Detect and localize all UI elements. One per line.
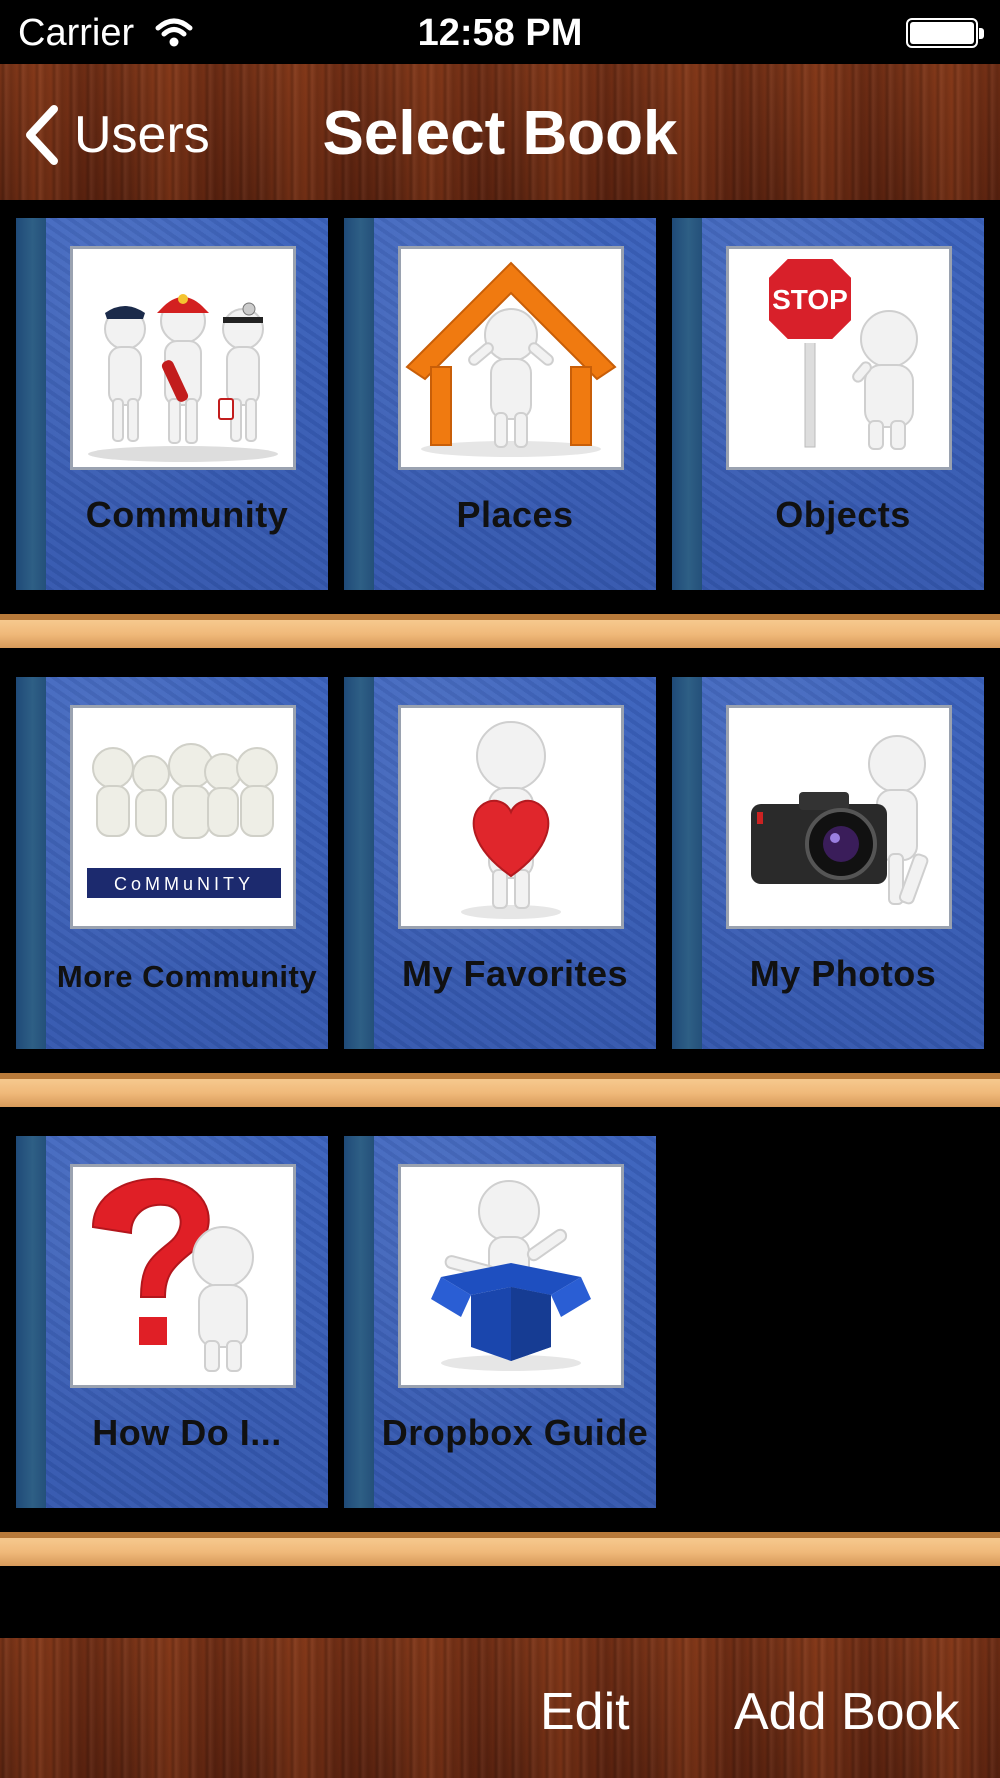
clock: 12:58 PM bbox=[417, 12, 583, 54]
book-how-do-i[interactable]: How Do I... bbox=[16, 1136, 328, 1508]
camera-icon bbox=[751, 735, 929, 905]
shelf-2: CoMMuNITY More Community My Favorites My… bbox=[0, 677, 1000, 1107]
book-cover bbox=[726, 705, 952, 929]
book-cover: CoMMuNITY bbox=[70, 705, 296, 929]
book-spine bbox=[16, 677, 46, 1049]
book-dropbox-guide[interactable]: Dropbox Guide bbox=[344, 1136, 656, 1508]
battery-icon bbox=[906, 18, 984, 48]
book-spine bbox=[16, 1136, 46, 1508]
book-places[interactable]: Places bbox=[344, 218, 656, 590]
book-spine bbox=[344, 677, 374, 1049]
status-bar: Carrier 12:58 PM bbox=[0, 0, 1000, 64]
book-title: Dropbox Guide bbox=[381, 1412, 649, 1453]
book-title: More Community bbox=[56, 959, 318, 994]
book-title: Places bbox=[456, 494, 574, 535]
bottom-toolbar: Edit Add Book bbox=[0, 1638, 1000, 1778]
svg-text:STOP: STOP bbox=[772, 284, 848, 315]
book-cover bbox=[398, 246, 624, 470]
house-icon bbox=[405, 261, 617, 457]
book-title: My Photos bbox=[749, 953, 937, 994]
shelf-board bbox=[0, 1073, 1000, 1107]
book-spine bbox=[16, 218, 46, 590]
cover-caption: CoMMuNITY bbox=[114, 874, 254, 894]
question-mark-icon bbox=[91, 1177, 254, 1372]
heart-icon bbox=[461, 721, 561, 919]
dropbox-icon bbox=[431, 1180, 591, 1371]
add-book-button[interactable]: Add Book bbox=[734, 1682, 960, 1742]
shelf-board bbox=[0, 614, 1000, 648]
book-title: Objects bbox=[775, 494, 911, 535]
book-my-favorites[interactable]: My Favorites bbox=[344, 677, 656, 1049]
shelf-3: How Do I... Dropbox Guide bbox=[0, 1136, 1000, 1566]
book-cover bbox=[70, 246, 296, 470]
community-workers-icon bbox=[88, 294, 278, 462]
book-more-community[interactable]: CoMMuNITY More Community bbox=[16, 677, 328, 1049]
book-title: My Favorites bbox=[401, 953, 629, 994]
stop-sign-icon: STOP bbox=[765, 255, 918, 450]
book-spine bbox=[344, 218, 374, 590]
book-my-photos[interactable]: My Photos bbox=[672, 677, 984, 1049]
book-cover: STOP bbox=[726, 246, 952, 470]
group-people-icon: CoMMuNITY bbox=[87, 743, 281, 898]
book-title: How Do I... bbox=[92, 1412, 282, 1453]
book-cover bbox=[70, 1164, 296, 1388]
book-spine bbox=[672, 218, 702, 590]
book-community[interactable]: Community bbox=[16, 218, 328, 590]
shelf-1: Community Places STOP Objects bbox=[0, 218, 1000, 648]
book-cover bbox=[398, 705, 624, 929]
shelf-board bbox=[0, 1532, 1000, 1566]
navigation-bar: Users Select Book bbox=[0, 64, 1000, 200]
page-title: Select Book bbox=[322, 99, 678, 168]
book-title: Community bbox=[85, 494, 289, 535]
book-spine bbox=[344, 1136, 374, 1508]
edit-button[interactable]: Edit bbox=[540, 1682, 630, 1742]
book-spine bbox=[672, 677, 702, 1049]
book-objects[interactable]: STOP Objects bbox=[672, 218, 984, 590]
book-cover bbox=[398, 1164, 624, 1388]
